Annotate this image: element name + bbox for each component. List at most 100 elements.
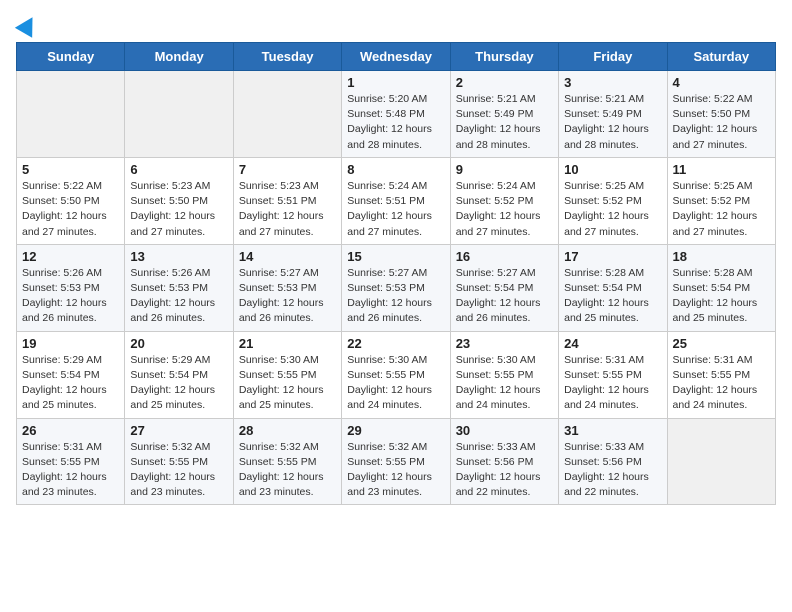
- day-info: Sunrise: 5:30 AM Sunset: 5:55 PM Dayligh…: [239, 353, 336, 414]
- day-info: Sunrise: 5:26 AM Sunset: 5:53 PM Dayligh…: [130, 266, 227, 327]
- calendar-cell: 27Sunrise: 5:32 AM Sunset: 5:55 PM Dayli…: [125, 418, 233, 505]
- day-number: 31: [564, 423, 661, 438]
- day-number: 5: [22, 162, 119, 177]
- day-info: Sunrise: 5:32 AM Sunset: 5:55 PM Dayligh…: [130, 440, 227, 501]
- calendar-cell: 10Sunrise: 5:25 AM Sunset: 5:52 PM Dayli…: [559, 157, 667, 244]
- calendar-cell: 21 Sunrise: 5:30 AM Sunset: 5:55 PM Dayli…: [233, 331, 341, 418]
- weekday-header: Sunday: [17, 43, 125, 71]
- day-info: Sunrise: 5:24 AM Sunset: 5:51 PM Dayligh…: [347, 179, 444, 240]
- day-info: Sunrise: 5:26 AM Sunset: 5:53 PM Dayligh…: [22, 266, 119, 327]
- day-info: Sunrise: 5:32 AM Sunset: 5:55 PM Dayligh…: [347, 440, 444, 501]
- day-info: Sunrise: 5:31 AM Sunset: 5:55 PM Dayligh…: [673, 353, 770, 414]
- day-info: Sunrise: 5:23 AM Sunset: 5:50 PM Dayligh…: [130, 179, 227, 240]
- calendar-cell: 9 Sunrise: 5:24 AM Sunset: 5:52 PM Daylig…: [450, 157, 558, 244]
- calendar-cell: 26Sunrise: 5:31 AM Sunset: 5:55 PM Dayli…: [17, 418, 125, 505]
- day-number: 23: [456, 336, 553, 351]
- day-number: 4: [673, 75, 770, 90]
- day-number: 29: [347, 423, 444, 438]
- day-number: 21: [239, 336, 336, 351]
- day-number: 9: [456, 162, 553, 177]
- weekday-header: Tuesday: [233, 43, 341, 71]
- calendar-cell: 3 Sunrise: 5:21 AM Sunset: 5:49 PM Daylig…: [559, 71, 667, 158]
- day-info: Sunrise: 5:21 AM Sunset: 5:49 PM Dayligh…: [456, 92, 553, 153]
- logo-triangle-icon: [15, 12, 41, 38]
- day-number: 18: [673, 249, 770, 264]
- day-number: 3: [564, 75, 661, 90]
- day-number: 25: [673, 336, 770, 351]
- day-number: 7: [239, 162, 336, 177]
- day-number: 14: [239, 249, 336, 264]
- calendar-cell: 29 Sunrise: 5:32 AM Sunset: 5:55 PM Dayli…: [342, 418, 450, 505]
- calendar-cell: 2Sunrise: 5:21 AM Sunset: 5:49 PM Daylig…: [450, 71, 558, 158]
- day-number: 20: [130, 336, 227, 351]
- weekday-header: Monday: [125, 43, 233, 71]
- day-number: 26: [22, 423, 119, 438]
- day-number: 11: [673, 162, 770, 177]
- calendar-cell: 23 Sunrise: 5:30 AM Sunset: 5:55 PM Dayli…: [450, 331, 558, 418]
- calendar-cell: 15 Sunrise: 5:27 AM Sunset: 5:53 PM Dayli…: [342, 244, 450, 331]
- day-info: Sunrise: 5:28 AM Sunset: 5:54 PM Dayligh…: [564, 266, 661, 327]
- calendar-cell: 24 Sunrise: 5:31 AM Sunset: 5:55 PM Dayli…: [559, 331, 667, 418]
- calendar-week-row: 26Sunrise: 5:31 AM Sunset: 5:55 PM Dayli…: [17, 418, 776, 505]
- page-header: [16, 16, 776, 34]
- calendar-cell: 8Sunrise: 5:24 AM Sunset: 5:51 PM Daylig…: [342, 157, 450, 244]
- day-info: Sunrise: 5:31 AM Sunset: 5:55 PM Dayligh…: [564, 353, 661, 414]
- calendar-cell: 11 Sunrise: 5:25 AM Sunset: 5:52 PM Dayli…: [667, 157, 775, 244]
- day-info: Sunrise: 5:25 AM Sunset: 5:52 PM Dayligh…: [564, 179, 661, 240]
- day-info: Sunrise: 5:32 AM Sunset: 5:55 PM Dayligh…: [239, 440, 336, 501]
- day-info: Sunrise: 5:24 AM Sunset: 5:52 PM Dayligh…: [456, 179, 553, 240]
- weekday-header: Saturday: [667, 43, 775, 71]
- day-info: Sunrise: 5:22 AM Sunset: 5:50 PM Dayligh…: [22, 179, 119, 240]
- day-number: 1: [347, 75, 444, 90]
- calendar-cell: 6 Sunrise: 5:23 AM Sunset: 5:50 PM Daylig…: [125, 157, 233, 244]
- day-info: Sunrise: 5:21 AM Sunset: 5:49 PM Dayligh…: [564, 92, 661, 153]
- day-info: Sunrise: 5:27 AM Sunset: 5:53 PM Dayligh…: [347, 266, 444, 327]
- calendar-cell: 17 Sunrise: 5:28 AM Sunset: 5:54 PM Dayli…: [559, 244, 667, 331]
- calendar-week-row: 5 Sunrise: 5:22 AM Sunset: 5:50 PM Daylig…: [17, 157, 776, 244]
- calendar-cell: 22Sunrise: 5:30 AM Sunset: 5:55 PM Dayli…: [342, 331, 450, 418]
- logo: [16, 16, 38, 34]
- day-info: Sunrise: 5:27 AM Sunset: 5:54 PM Dayligh…: [456, 266, 553, 327]
- day-number: 24: [564, 336, 661, 351]
- calendar-cell: 19Sunrise: 5:29 AM Sunset: 5:54 PM Dayli…: [17, 331, 125, 418]
- calendar-cell: [125, 71, 233, 158]
- calendar-week-row: 19 Sunrise: 5:29 AM Sunset: 5:54 PM Dayli…: [17, 331, 776, 418]
- day-number: 28: [239, 423, 336, 438]
- day-info: Sunrise: 5:33 AM Sunset: 5:56 PM Dayligh…: [564, 440, 661, 501]
- calendar-header-row: SundayMondayTuesdayWednesdayThursdayFrid…: [17, 43, 776, 71]
- day-info: Sunrise: 5:30 AM Sunset: 5:55 PM Dayligh…: [347, 353, 444, 414]
- calendar-week-row: 1 Sunrise: 5:20 AM Sunset: 5:48 PM Daylig…: [17, 71, 776, 158]
- calendar-cell: 16Sunrise: 5:27 AM Sunset: 5:54 PM Dayli…: [450, 244, 558, 331]
- day-info: Sunrise: 5:25 AM Sunset: 5:52 PM Dayligh…: [673, 179, 770, 240]
- weekday-header: Wednesday: [342, 43, 450, 71]
- calendar-cell: 1 Sunrise: 5:20 AM Sunset: 5:48 PM Daylig…: [342, 71, 450, 158]
- calendar-cell: [233, 71, 341, 158]
- day-info: Sunrise: 5:23 AM Sunset: 5:51 PM Dayligh…: [239, 179, 336, 240]
- day-info: Sunrise: 5:20 AM Sunset: 5:48 PM Dayligh…: [347, 92, 444, 153]
- calendar-cell: 5 Sunrise: 5:22 AM Sunset: 5:50 PM Daylig…: [17, 157, 125, 244]
- day-number: 15: [347, 249, 444, 264]
- day-number: 19: [22, 336, 119, 351]
- day-info: Sunrise: 5:30 AM Sunset: 5:55 PM Dayligh…: [456, 353, 553, 414]
- weekday-header: Friday: [559, 43, 667, 71]
- day-info: Sunrise: 5:22 AM Sunset: 5:50 PM Dayligh…: [673, 92, 770, 153]
- calendar-cell: 28 Sunrise: 5:32 AM Sunset: 5:55 PM Dayli…: [233, 418, 341, 505]
- day-info: Sunrise: 5:28 AM Sunset: 5:54 PM Dayligh…: [673, 266, 770, 327]
- calendar-cell: [667, 418, 775, 505]
- day-number: 13: [130, 249, 227, 264]
- day-number: 6: [130, 162, 227, 177]
- day-number: 17: [564, 249, 661, 264]
- calendar-cell: [17, 71, 125, 158]
- day-info: Sunrise: 5:33 AM Sunset: 5:56 PM Dayligh…: [456, 440, 553, 501]
- calendar-cell: 18 Sunrise: 5:28 AM Sunset: 5:54 PM Dayli…: [667, 244, 775, 331]
- calendar-cell: 14 Sunrise: 5:27 AM Sunset: 5:53 PM Dayli…: [233, 244, 341, 331]
- calendar-table: SundayMondayTuesdayWednesdayThursdayFrid…: [16, 42, 776, 505]
- calendar-cell: 13 Sunrise: 5:26 AM Sunset: 5:53 PM Dayli…: [125, 244, 233, 331]
- calendar-cell: 7 Sunrise: 5:23 AM Sunset: 5:51 PM Daylig…: [233, 157, 341, 244]
- calendar-cell: 12 Sunrise: 5:26 AM Sunset: 5:53 PM Dayli…: [17, 244, 125, 331]
- day-number: 12: [22, 249, 119, 264]
- calendar-cell: 25 Sunrise: 5:31 AM Sunset: 5:55 PM Dayli…: [667, 331, 775, 418]
- day-info: Sunrise: 5:27 AM Sunset: 5:53 PM Dayligh…: [239, 266, 336, 327]
- day-info: Sunrise: 5:29 AM Sunset: 5:54 PM Dayligh…: [130, 353, 227, 414]
- calendar-cell: 20 Sunrise: 5:29 AM Sunset: 5:54 PM Dayli…: [125, 331, 233, 418]
